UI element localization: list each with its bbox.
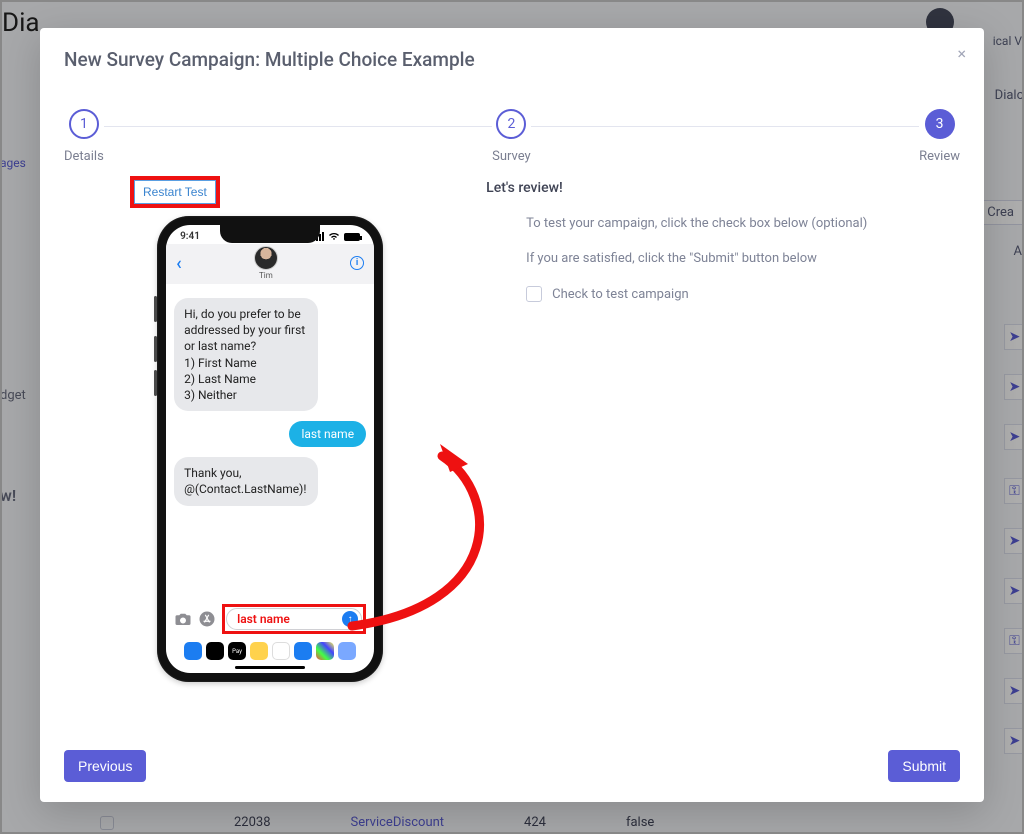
previous-button[interactable]: Previous [64, 750, 146, 782]
input-highlight: last name ↑ [222, 604, 366, 634]
stepper-line [531, 126, 919, 127]
stepper-line [104, 126, 492, 127]
survey-campaign-modal: New Survey Campaign: Multiple Choice Exa… [40, 28, 984, 802]
dock-icon [294, 642, 312, 660]
step-label: Details [64, 149, 104, 164]
phone-frame: 9:41 ‹ Tim [157, 216, 383, 682]
phone-dock: Pay [166, 640, 374, 666]
phone-side-button [154, 296, 157, 322]
phone-side-button [154, 370, 157, 396]
status-indicators [313, 232, 360, 241]
page-root: Dia ical V Dialo ages dget w! Crea A ➤ ➤… [0, 0, 1024, 834]
status-time: 9:41 [180, 231, 200, 242]
step-number: 1 [69, 109, 99, 139]
message-input-value: last name [237, 612, 290, 626]
restart-test-button[interactable]: Restart Test [134, 180, 216, 204]
dock-icon: Pay [228, 642, 246, 660]
back-icon[interactable]: ‹ [176, 253, 182, 274]
modal-body: Restart Test 9:41 [64, 176, 960, 746]
dock-icon [206, 642, 224, 660]
restart-highlight: Restart Test [130, 176, 220, 208]
message-input[interactable]: last name ↑ [226, 608, 362, 630]
review-instruction-1: To test your campaign, click the check b… [526, 216, 960, 231]
send-icon[interactable]: ↑ [342, 611, 358, 627]
wifi-icon [328, 232, 340, 241]
review-column: Let's review! To test your campaign, cli… [476, 176, 960, 746]
battery-icon [344, 233, 360, 241]
wizard-stepper: 1 Details 2 Survey 3 Review [64, 109, 960, 164]
avatar [254, 246, 278, 270]
step-details[interactable]: 1 Details [64, 109, 104, 164]
outgoing-message: last name [289, 421, 366, 447]
modal-footer: Previous Submit [64, 746, 960, 782]
dock-icon [338, 642, 356, 660]
step-label: Survey [492, 149, 531, 164]
test-campaign-checkbox[interactable] [526, 286, 542, 302]
preview-column: Restart Test 9:41 [64, 176, 476, 746]
contact-name: Tim [259, 271, 273, 280]
incoming-message: Hi, do you prefer to be addressed by you… [174, 298, 318, 411]
info-icon[interactable]: i [350, 256, 364, 270]
phone-screen: 9:41 ‹ Tim [166, 225, 374, 673]
home-indicator [235, 666, 305, 669]
phone-input-row: last name ↑ [166, 604, 374, 640]
modal-title: New Survey Campaign: Multiple Choice Exa… [64, 48, 960, 71]
step-label: Review [919, 149, 960, 164]
step-review[interactable]: 3 Review [919, 109, 960, 164]
contact-header[interactable]: Tim [254, 246, 278, 280]
step-survey[interactable]: 2 Survey [492, 109, 531, 164]
review-heading: Let's review! [486, 180, 960, 196]
dock-icon [250, 642, 268, 660]
camera-icon[interactable] [174, 610, 192, 628]
step-number: 3 [925, 109, 955, 139]
submit-button[interactable]: Submit [888, 750, 960, 782]
phone-nav-bar: ‹ Tim i [166, 244, 374, 284]
phone-side-button [154, 336, 157, 362]
test-campaign-row[interactable]: Check to test campaign [526, 286, 960, 302]
close-icon[interactable]: × [957, 44, 966, 63]
checkbox-label: Check to test campaign [552, 287, 689, 302]
app-store-icon[interactable] [198, 610, 216, 628]
dock-icon [272, 642, 290, 660]
phone-notch [220, 225, 320, 243]
review-instruction-2: If you are satisfied, click the "Submit"… [526, 251, 960, 266]
messages-pane: Hi, do you prefer to be addressed by you… [166, 284, 374, 604]
incoming-message: Thank you, @(Contact.LastName)! [174, 457, 318, 505]
step-number: 2 [496, 109, 526, 139]
dock-icon [316, 642, 334, 660]
dock-icon [184, 642, 202, 660]
